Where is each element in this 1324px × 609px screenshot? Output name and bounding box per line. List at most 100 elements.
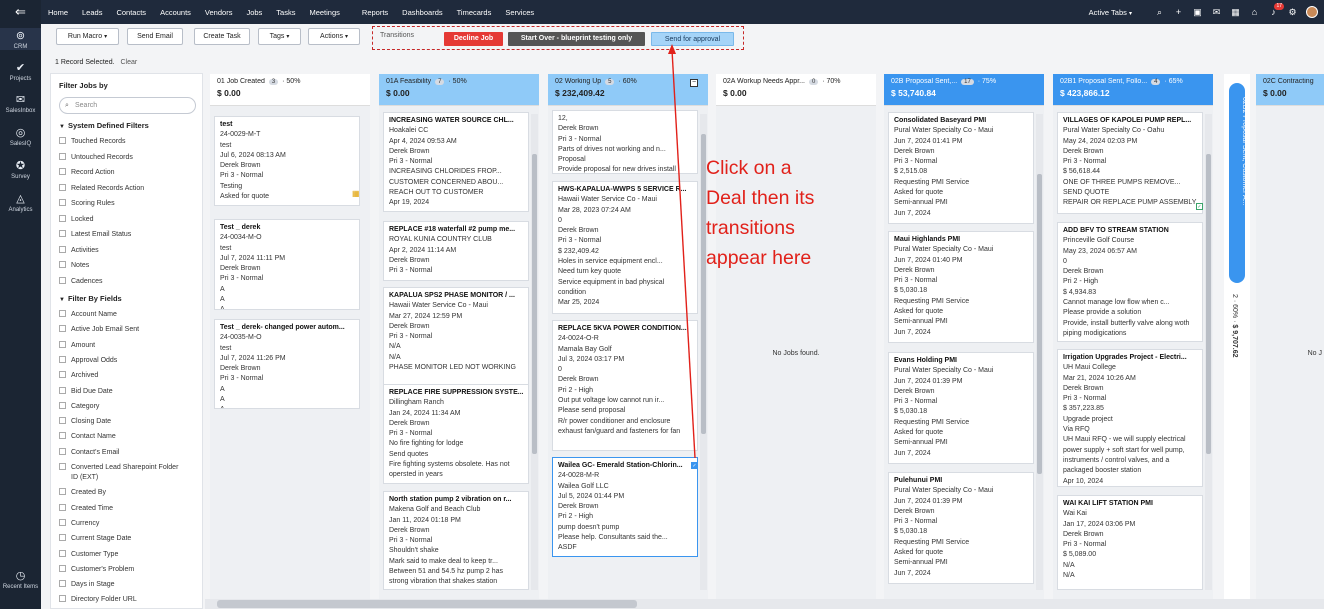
checkbox[interactable] <box>59 595 66 603</box>
checkbox[interactable] <box>59 534 66 542</box>
grid-icon[interactable]: ▦ <box>1226 7 1245 18</box>
start-over-button[interactable]: Start Over - blueprint testing only <box>508 32 645 46</box>
plus-icon[interactable]: + <box>1169 7 1188 17</box>
job-card[interactable]: test 24-0029-M-T test Jul 6, 2024 08:13 AM D… <box>214 116 360 206</box>
checkbox[interactable] <box>59 152 66 160</box>
column-scrollbar[interactable] <box>531 114 538 590</box>
field-filter-item[interactable]: Bid Due Date <box>59 386 113 396</box>
job-card[interactable]: INCREASING WATER SOURCE CHL... Hoakalei C… <box>383 112 529 212</box>
field-filter-item[interactable]: Customer's Problem <box>59 564 134 574</box>
system-filter-item[interactable]: Locked <box>59 214 94 224</box>
field-filter-item[interactable]: Directory Folder URL <box>59 595 137 604</box>
checkbox[interactable] <box>59 276 66 284</box>
column-header[interactable]: 02B Proposal Sent,... 17 · 75% $ 53,740.8… <box>884 74 1044 106</box>
system-filter-item[interactable]: Activities <box>59 245 99 255</box>
store-icon[interactable]: ⌂ <box>1245 7 1264 17</box>
menu-jobs[interactable]: Jobs <box>239 8 269 17</box>
checkbox[interactable] <box>59 488 66 496</box>
field-filter-item[interactable]: Contact's Email <box>59 447 119 457</box>
calendar-icon[interactable]: ▦ <box>352 189 360 198</box>
job-card[interactable]: WAI KAI LIFT STATION PMI Wai Kai Jan 17, 2… <box>1057 495 1203 590</box>
checkbox[interactable] <box>59 168 66 175</box>
checkbox[interactable] <box>59 214 66 222</box>
menu-timecards[interactable]: Timecards <box>450 8 499 17</box>
run-macro-button[interactable]: Run Macro ▾ <box>56 28 119 45</box>
checkbox[interactable] <box>59 386 66 394</box>
menu-leads[interactable]: Leads <box>75 8 109 17</box>
nav-salesiq[interactable]: ◎ SalesIQ <box>0 127 41 148</box>
system-filter-item[interactable]: Record Action <box>59 168 115 177</box>
scrollbar-thumb[interactable] <box>217 600 637 608</box>
checkbox[interactable] <box>59 417 66 425</box>
job-card[interactable]: Consolidated Baseyard PMI Pural Water Spe… <box>888 112 1034 224</box>
job-card[interactable]: Pulehunui PMI Pural Water Specialty Co - … <box>888 472 1034 584</box>
system-filter-item[interactable]: Untouched Records <box>59 152 133 162</box>
field-filter-item[interactable]: Converted Lead Sharepoint Folder <box>59 463 178 472</box>
field-filter-item[interactable]: Archived <box>59 371 98 380</box>
job-card[interactable]: Test _ derek 24-0034-M-O test Jul 7, 2024 1… <box>214 219 360 310</box>
checkbox[interactable] <box>59 340 66 348</box>
menu-tasks[interactable]: Tasks <box>269 8 302 17</box>
checkbox[interactable] <box>59 564 66 572</box>
job-card[interactable]: Wailea GC- Emerald Station-Chlorin... 24-… <box>552 457 698 557</box>
checkbox[interactable] <box>59 245 66 253</box>
menu-accounts[interactable]: Accounts <box>153 8 198 17</box>
job-card[interactable]: VILLAGES OF KAPOLEI PUMP REPL... Pural Wa… <box>1057 112 1203 214</box>
checkbox[interactable] <box>59 230 66 237</box>
system-filter-item[interactable]: Touched Records <box>59 137 125 146</box>
column-header[interactable]: 01A Feasibility 7 · 50% $ 0.00 <box>379 74 539 106</box>
checkbox[interactable] <box>59 432 66 440</box>
job-card[interactable]: Maui Highlands PMI Pural Water Specialty … <box>888 231 1034 343</box>
column-header[interactable]: 02B1 Proposal Sent, Follo... 4 · 65% $ 42… <box>1053 74 1213 106</box>
active-tabs-dropdown[interactable]: Active Tabs ▾ <box>1089 8 1132 17</box>
checkbox[interactable] <box>59 183 66 191</box>
menu-dashboards[interactable]: Dashboards <box>395 8 449 17</box>
nav-salesinbox[interactable]: ✉ SalesInbox <box>0 94 41 115</box>
collapse-icon[interactable]: − <box>690 79 698 87</box>
job-card[interactable]: Irrigation Upgrades Project - Electri...… <box>1057 349 1203 487</box>
search-icon[interactable]: ⌕ <box>1150 7 1169 18</box>
column-header[interactable]: 02C Contracting $ 0.00 <box>1256 74 1324 106</box>
job-card[interactable]: ADD BFV TO STREAM STATION Princeville Gol… <box>1057 222 1203 342</box>
clear-selection-link[interactable]: Clear <box>121 59 138 66</box>
job-card[interactable]: REPLACE 5KVA POWER CONDITION... 24-0024-O… <box>552 320 698 451</box>
field-filter-item[interactable]: Currency <box>59 518 99 528</box>
system-filter-item[interactable]: Notes <box>59 261 89 270</box>
column-scrollbar[interactable] <box>1205 114 1212 590</box>
field-filter-item[interactable]: Current Stage Date <box>59 534 131 543</box>
checkbox[interactable] <box>59 447 66 455</box>
field-filter-item[interactable]: Active Job Email Sent <box>59 325 139 334</box>
menu-home[interactable]: Home <box>41 8 75 17</box>
column-header[interactable]: 02 Working Up 5 · 60% $ 232,409.42 <box>548 74 708 106</box>
task-check-icon[interactable]: ✓ <box>1196 203 1203 210</box>
checkbox[interactable] <box>59 463 66 470</box>
checkbox[interactable] <box>59 549 66 557</box>
checkbox[interactable] <box>59 580 66 588</box>
user-avatar[interactable] <box>1306 6 1318 18</box>
create-task-button[interactable]: Create Task <box>194 28 250 45</box>
job-card[interactable]: HWS-KAPALUA-WWPS 5 SERVICE R... Hawaii Wa… <box>552 181 698 314</box>
column-scrollbar[interactable] <box>1036 114 1043 590</box>
column-header[interactable]: 02A Workup Needs Appr... 0 · 70% $ 0.00 <box>716 74 876 106</box>
scrollbar-thumb[interactable] <box>1206 154 1211 454</box>
gear-icon[interactable]: ⚙ <box>1283 7 1302 18</box>
calendar-check-icon[interactable]: ▣ <box>1188 7 1207 18</box>
checkbox[interactable] <box>59 518 66 526</box>
checkbox[interactable] <box>59 503 66 511</box>
send-email-button[interactable]: Send Email <box>127 28 183 45</box>
job-card[interactable]: Evans Holding PMI Pural Water Specialty C… <box>888 352 1034 464</box>
field-filter-item[interactable]: Created Time <box>59 503 113 513</box>
collapsed-column-pill[interactable]: 02B2 Proposal Sent, Customer A... <box>1229 83 1248 283</box>
field-filter-item[interactable]: Days in Stage <box>59 580 115 589</box>
job-card[interactable]: KAPALUA SPS2 PHASE MONITOR / ... Hawaii W… <box>383 287 529 387</box>
checkbox[interactable] <box>59 401 66 409</box>
nav-survey[interactable]: ✪ Survey <box>0 160 41 181</box>
system-filter-item[interactable]: Cadences <box>59 276 103 286</box>
actions-button[interactable]: Actions ▾ <box>308 28 360 45</box>
horizontal-scrollbar[interactable] <box>205 599 1324 609</box>
job-card[interactable]: REPLACE FIRE SUPPRESSION SYSTE... Dilling… <box>383 384 529 484</box>
system-filters-header[interactable]: ▼ System Defined Filters <box>59 121 149 130</box>
menu-services[interactable]: Services <box>498 8 541 17</box>
checkbox[interactable] <box>59 137 66 144</box>
checkbox[interactable] <box>59 199 66 206</box>
